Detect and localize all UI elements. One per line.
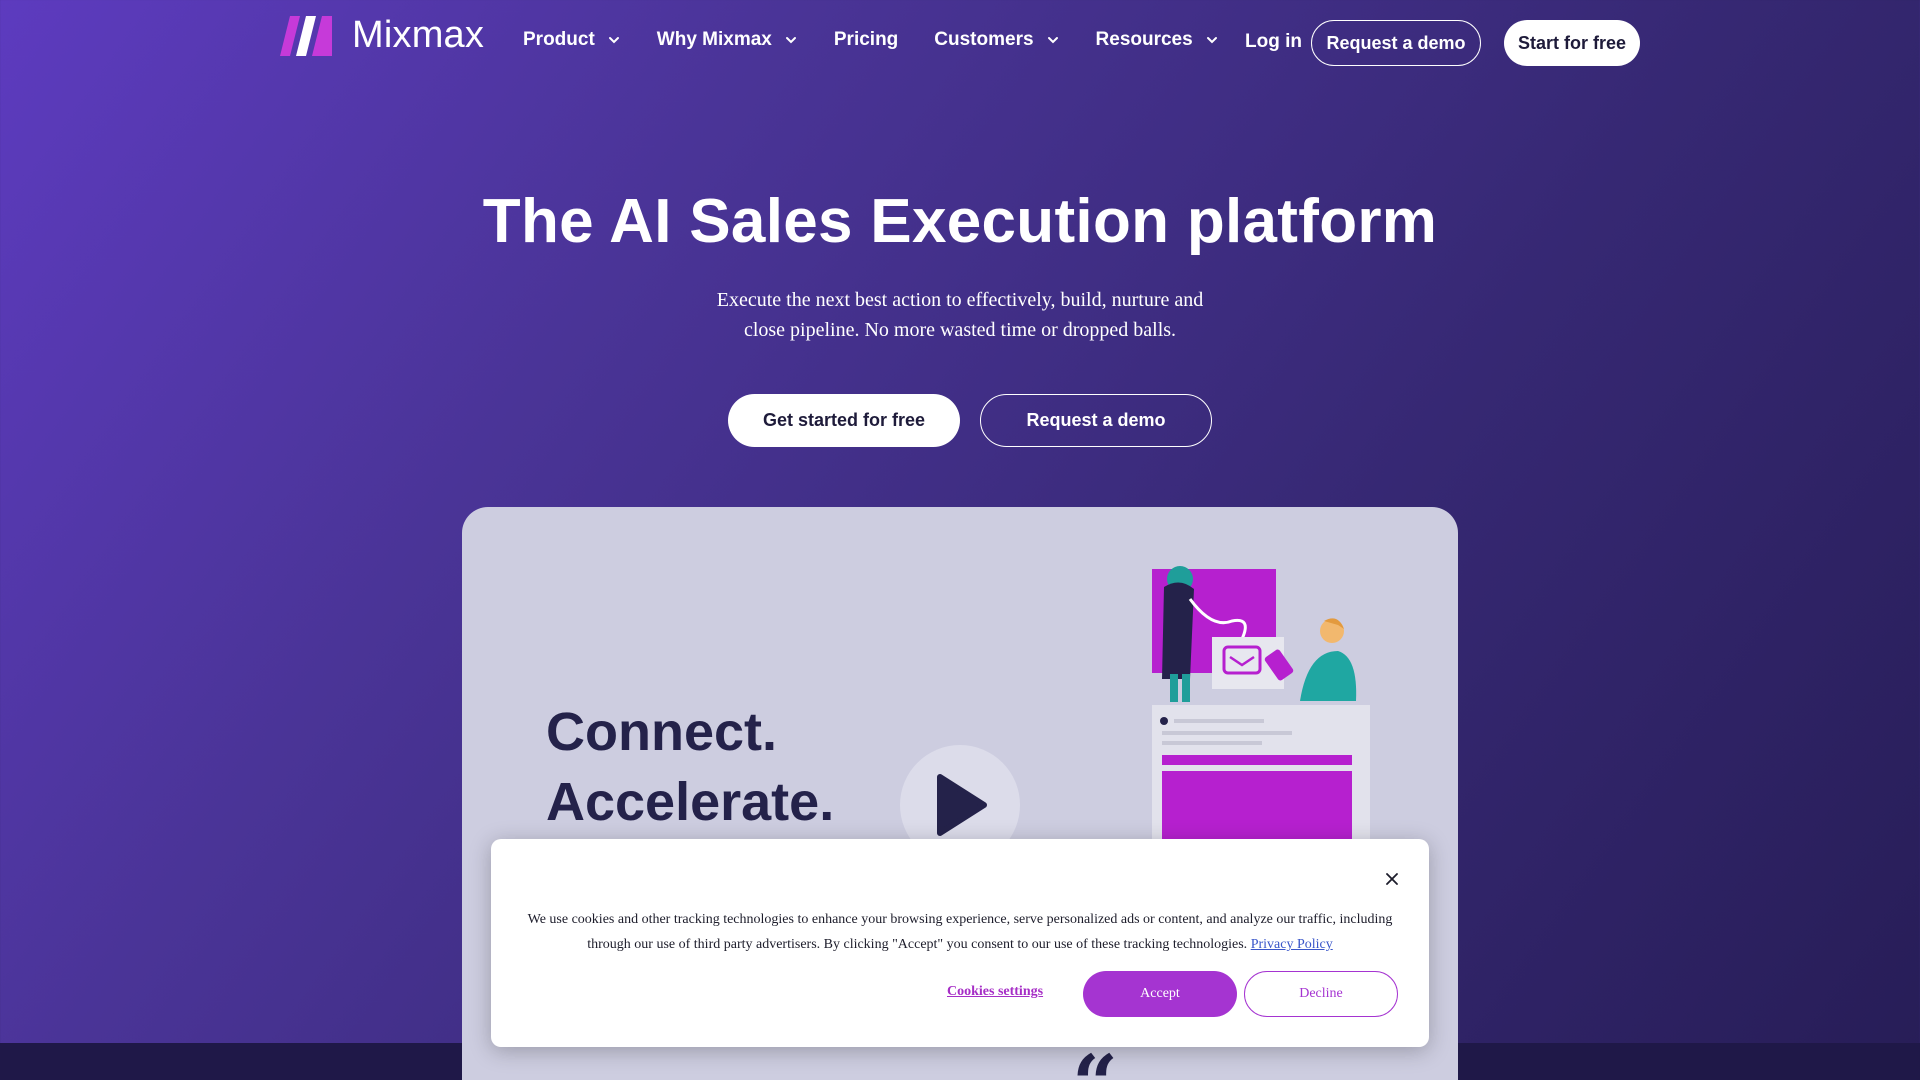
nav-item-label: Customers (934, 29, 1034, 50)
video-headline-line: Connect. (546, 702, 778, 762)
chevron-down-icon (608, 37, 619, 44)
nav-item-resources[interactable]: Resources (1096, 29, 1219, 51)
start-for-free-button[interactable]: Start for free (1504, 20, 1640, 66)
hero-subtitle-line: Execute the next best action to effectiv… (716, 289, 1204, 311)
accept-cookies-button[interactable]: Accept (1083, 971, 1237, 1017)
cookies-settings-link[interactable]: Cookies settings (947, 984, 1043, 1000)
chevron-down-icon (785, 37, 796, 44)
mixmax-logo-icon (280, 15, 332, 56)
top-navigation: Mixmax Product Why Mixmax Pricing Custom… (0, 0, 1920, 86)
video-headline-line: Accelerate. (546, 772, 835, 832)
nav-item-label: Why Mixmax (656, 29, 772, 50)
get-started-button[interactable]: Get started for free (728, 394, 960, 447)
hero-title: The AI Sales Execution platform (482, 187, 1438, 256)
nav-item-label: Resources (1095, 29, 1193, 50)
request-demo-button[interactable]: Request a demo (980, 394, 1212, 447)
chevron-down-icon (1047, 37, 1058, 44)
login-link[interactable]: Log in (1245, 31, 1302, 53)
mixmax-logo[interactable]: Mixmax (280, 14, 484, 57)
request-demo-nav-button[interactable]: Request a demo (1311, 20, 1481, 66)
decline-cookies-button[interactable]: Decline (1244, 971, 1398, 1017)
chevron-down-icon (1206, 37, 1217, 44)
nav-item-product[interactable]: Product (523, 29, 621, 51)
play-icon (937, 774, 987, 836)
cookie-message: We use cookies and other tracking techno… (511, 907, 1409, 957)
nav-item-why-mixmax[interactable]: Why Mixmax (657, 29, 798, 51)
privacy-policy-link[interactable]: Privacy Policy (1251, 937, 1333, 952)
nav-item-label: Pricing (833, 29, 899, 50)
people-collaborating-illustration (1152, 566, 1370, 849)
nav-links: Product Why Mixmax Pricing Customers Res… (523, 29, 1219, 51)
nav-item-pricing[interactable]: Pricing (834, 29, 898, 51)
nav-item-customers[interactable]: Customers (934, 29, 1059, 51)
cookie-consent-banner: We use cookies and other tracking techno… (491, 839, 1429, 1047)
brand-name: Mixmax (352, 14, 485, 56)
hero-subtitle-line: close pipeline. No more wasted time or d… (743, 319, 1177, 341)
close-icon[interactable] (1385, 872, 1399, 886)
hero-subtitle: Execute the next best action to effectiv… (0, 285, 1920, 345)
nav-item-label: Product (523, 29, 595, 50)
video-headline: Connect. Accelerate. (546, 697, 834, 837)
